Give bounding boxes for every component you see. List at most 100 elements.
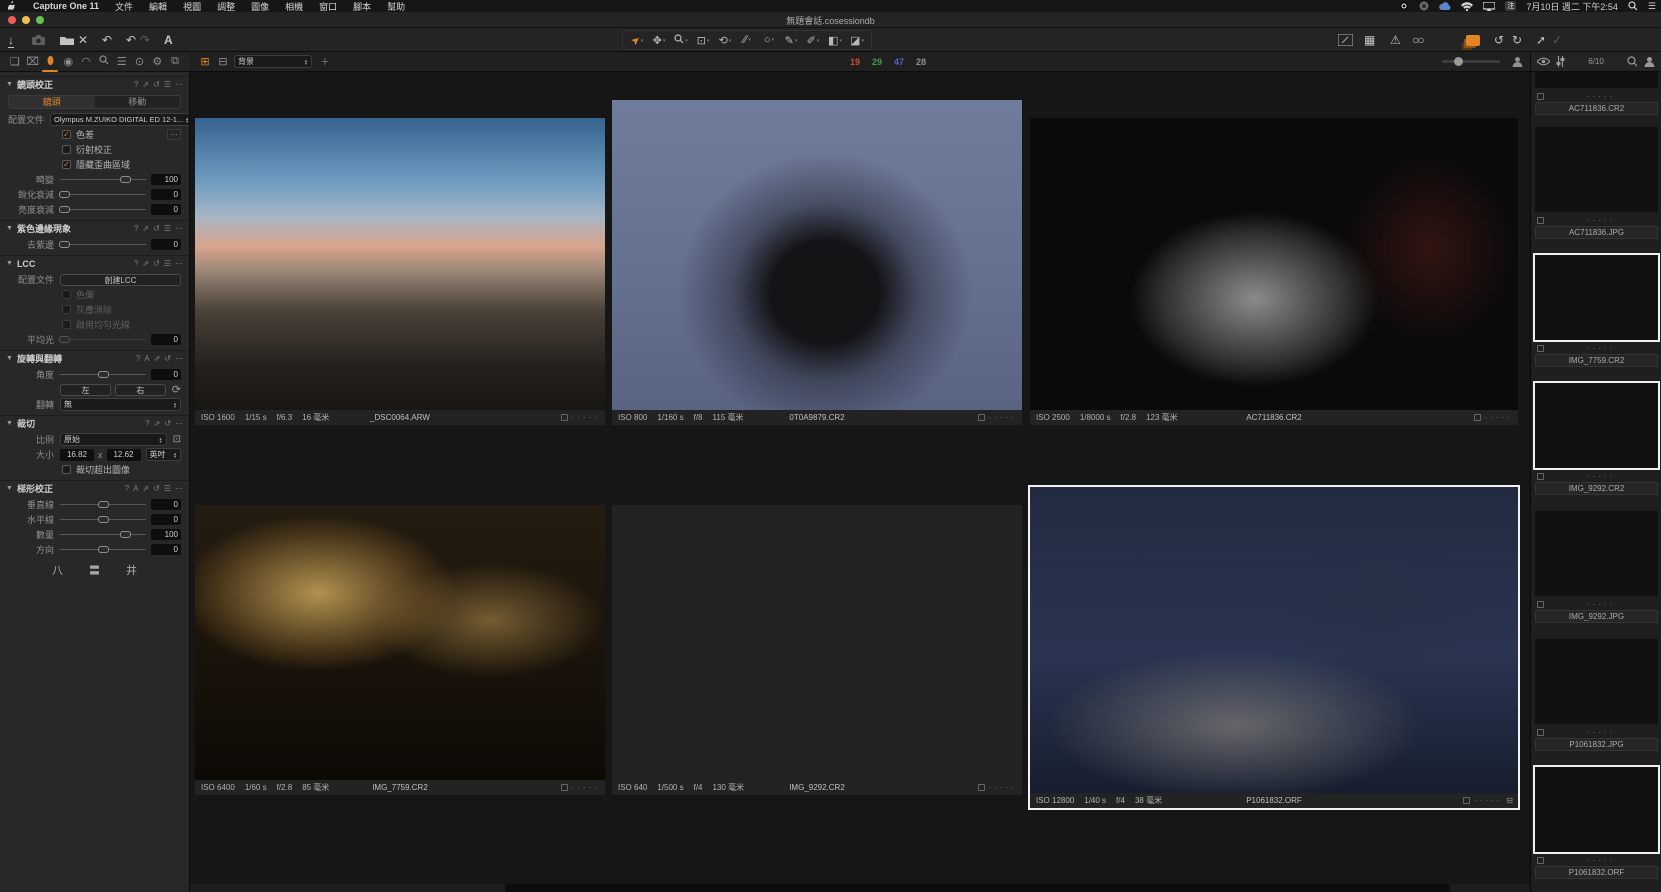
lens-profile-dropdown[interactable]: Olympus M.ZUIKO DIGITAL ED 12-1... ▲▼ — [50, 113, 190, 126]
defringe-value[interactable]: 0 — [151, 239, 181, 250]
sharpness-falloff-value[interactable]: 0 — [151, 189, 181, 200]
process-icon[interactable]: ⊟ — [1506, 796, 1513, 805]
tab-library-icon[interactable]: ❏ — [7, 55, 23, 68]
section-crop[interactable]: ▼ 裁切 ? ⇗ ↺ ⋯ — [0, 415, 189, 431]
select-checkbox[interactable] — [978, 784, 985, 791]
sharpness-falloff-slider[interactable] — [60, 190, 146, 199]
preset-menu-icon[interactable]: ☰ — [164, 80, 171, 89]
collapse-caret-icon[interactable]: ▼ — [6, 420, 13, 427]
copy-adjustment-icon[interactable]: ⇗ — [154, 419, 161, 428]
keystone-vertical-slider[interactable] — [60, 500, 146, 509]
preset-menu-icon[interactable]: ☰ — [164, 224, 171, 233]
user-sort-icon[interactable] — [1644, 56, 1655, 67]
uniform-light-slider[interactable] — [60, 335, 146, 344]
tab-adjustments-icon[interactable]: ☰ — [114, 55, 130, 68]
keystone-amount-value[interactable]: 100 — [151, 529, 181, 540]
keystone-horizontal-value[interactable]: 0 — [151, 514, 181, 525]
select-checkbox[interactable] — [1537, 601, 1544, 608]
uniform-light-checkbox[interactable] — [62, 320, 71, 329]
filmstrip-item[interactable]: ····· IMG_7759.CR2 — [1535, 342, 1658, 370]
filters-icon[interactable] — [1556, 56, 1565, 67]
help-icon[interactable]: ? — [134, 80, 138, 89]
crop-outside-checkbox[interactable] — [62, 465, 71, 474]
section-keystone[interactable]: ▼ 梯形校正 ? A ⇗ ↺ ☰ ⋯ — [0, 480, 189, 496]
rotate-left-button[interactable]: 左 — [60, 384, 111, 396]
tab-movement[interactable]: 移動 — [95, 96, 181, 108]
airplay-display-icon[interactable] — [1478, 2, 1500, 11]
rating-dots[interactable]: ····· — [1544, 344, 1658, 353]
draw-mask-tool[interactable]: ✎▾ — [780, 34, 802, 47]
menu-item-camera[interactable]: 相機 — [277, 0, 311, 13]
cloud-icon[interactable] — [1434, 2, 1456, 11]
copy-adjustment-icon[interactable]: ⇗ — [142, 259, 149, 268]
section-lens-correction[interactable]: ▼ 鏡頭校正 ? ⇗ ↺ ☰ ⋯ — [0, 76, 189, 92]
delete-icon[interactable]: ✕ — [78, 31, 88, 49]
color-cast-checkbox[interactable] — [62, 290, 71, 299]
select-checkbox[interactable] — [1537, 473, 1544, 480]
rating-dots[interactable]: ····· — [989, 413, 1017, 422]
chromatic-aberration-checkbox[interactable]: ✓ — [62, 130, 71, 139]
tab-details-icon[interactable] — [96, 55, 112, 68]
thumbnail-size-slider-thumb[interactable] — [1454, 57, 1463, 66]
collapse-caret-icon[interactable]: ▼ — [6, 225, 13, 232]
copy-adjustment-icon[interactable]: ⇗ — [142, 484, 149, 493]
crop-ratio-dropdown[interactable]: 原始 ▲▼ — [60, 433, 167, 446]
import-images-icon[interactable]: ↓ — [8, 31, 14, 49]
menu-item-help[interactable]: 幫助 — [379, 0, 413, 13]
rating-dots[interactable]: ····· — [1544, 600, 1658, 609]
edit-preview-icon[interactable] — [1338, 31, 1353, 49]
rating-dots[interactable]: ····· — [1544, 472, 1658, 481]
rating-dots[interactable]: ····· — [1544, 728, 1658, 737]
crop-tool[interactable]: ⊡▾ — [692, 34, 714, 47]
preset-menu-icon[interactable]: ☰ — [164, 259, 171, 268]
eye-icon[interactable] — [1537, 57, 1550, 66]
photo-dancer-sunset[interactable] — [612, 505, 1022, 780]
filmstrip-item[interactable]: ····· P1061832.ORF — [1535, 854, 1658, 882]
help-icon[interactable]: ? — [125, 484, 129, 493]
more-icon[interactable]: ⋯ — [175, 484, 183, 493]
exposure-warning-icon[interactable]: ⚠ — [1390, 31, 1401, 49]
grid-cell-0t0a9879[interactable]: ISO 8001/160 sf/8115 毫米 0T0A9879.CR2 ···… — [612, 100, 1022, 425]
grid-overlay-icon[interactable]: ▦ — [1364, 31, 1375, 49]
select-checkbox[interactable] — [1474, 414, 1481, 421]
preset-menu-icon[interactable]: ☰ — [164, 484, 171, 493]
hide-distorted-areas-checkbox[interactable]: ✓ — [62, 160, 71, 169]
sort-user-icon[interactable] — [1512, 56, 1523, 67]
analyze-button[interactable]: ⋯ — [167, 129, 181, 140]
tab-settings-icon[interactable]: ⚙ — [149, 55, 165, 68]
distortion-value[interactable]: 100 — [151, 174, 181, 185]
redo-icon[interactable]: ↷ — [140, 31, 150, 49]
tab-lens[interactable]: 鏡頭 — [9, 96, 95, 108]
keystone-tool[interactable]: ∕∕▾ — [736, 34, 758, 46]
auto-adjust-icon[interactable]: A — [133, 484, 138, 493]
gradient-mask-tool[interactable]: ◪▾ — [846, 34, 868, 47]
keystone-aspect-value[interactable]: 0 — [151, 544, 181, 555]
flip-dropdown[interactable]: 無 ▲▼ — [60, 398, 181, 411]
filmstrip-thumb-img9292-jpg[interactable] — [1535, 511, 1658, 596]
count-blue[interactable]: 47 — [894, 57, 904, 67]
search-icon[interactable] — [1627, 56, 1638, 67]
select-checkbox[interactable] — [1537, 93, 1544, 100]
spot-removal-tool[interactable]: ○▾ — [758, 34, 780, 46]
select-checkbox[interactable] — [1537, 729, 1544, 736]
keystone-aspect-slider[interactable] — [60, 545, 146, 554]
capture-camera-icon[interactable] — [32, 31, 45, 49]
auto-adjust-icon[interactable]: A — [144, 354, 149, 363]
keystone-vertical-icon[interactable]: 八 — [52, 562, 63, 578]
loupe-tool[interactable]: ▾ — [670, 34, 692, 47]
keystone-vertical-value[interactable]: 0 — [151, 499, 181, 510]
count-gray[interactable]: 28 — [916, 57, 926, 67]
photo-martial-arts[interactable] — [1030, 118, 1518, 410]
filmstrip-thumb-p1061832-jpg[interactable] — [1535, 639, 1658, 724]
uniform-light-value[interactable]: 0 — [151, 334, 181, 345]
reset-icon[interactable]: ↺ — [153, 259, 160, 268]
menu-item-window[interactable]: 窗口 — [311, 0, 345, 13]
tab-color-icon[interactable]: ◉ — [60, 55, 76, 68]
filmstrip-thumb-ac711836-jpg[interactable] — [1535, 127, 1658, 212]
help-icon[interactable]: ? — [134, 259, 138, 268]
more-icon[interactable]: ⋯ — [175, 354, 183, 363]
list-view-icon[interactable]: ⊟ — [216, 55, 230, 69]
tab-capture-icon[interactable]: ⌧ — [25, 55, 41, 68]
grid-cell-p1061832-selected[interactable]: ISO 128001/40 sf/438 毫米 P1061832.ORF ···… — [1030, 487, 1518, 808]
reset-icon[interactable]: ↺ — [164, 354, 171, 363]
